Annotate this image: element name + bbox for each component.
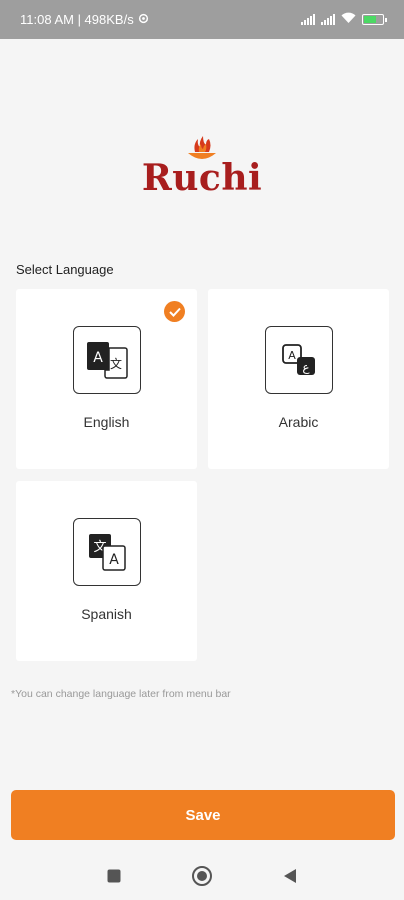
language-label: English xyxy=(83,414,130,430)
back-icon[interactable] xyxy=(270,856,310,896)
svg-text:A: A xyxy=(109,552,119,568)
svg-text:文: 文 xyxy=(109,356,121,371)
language-card-english[interactable]: A 文 English xyxy=(16,289,197,469)
status-bar: 11:08 AM | 498KB/s xyxy=(0,0,404,39)
language-label: Spanish xyxy=(81,606,132,622)
status-left: 11:08 AM | 498KB/s xyxy=(20,12,149,27)
system-nav-bar xyxy=(0,852,404,900)
language-label: Arabic xyxy=(278,414,319,430)
status-time: 11:08 AM | 498KB/s xyxy=(20,12,134,27)
change-language-hint: *You can change language later from menu… xyxy=(11,688,231,700)
settings-gear-icon xyxy=(138,12,149,27)
app-logo: Ruchi xyxy=(0,135,404,199)
signal-icon xyxy=(301,14,315,25)
battery-icon xyxy=(362,14,387,25)
signal-icon xyxy=(321,14,335,25)
logo-text: Ruchi xyxy=(141,157,263,199)
select-language-title: Select Language xyxy=(16,262,114,277)
language-icon: A ع xyxy=(264,326,333,394)
status-right xyxy=(301,12,387,27)
svg-text:A: A xyxy=(288,349,296,362)
translate-icon: A 文 xyxy=(72,326,141,394)
g-translate-icon: 文 A xyxy=(72,518,141,586)
wifi-icon xyxy=(341,12,356,27)
svg-text:A: A xyxy=(93,350,103,366)
language-card-spanish[interactable]: 文 A Spanish xyxy=(16,481,197,661)
home-icon[interactable] xyxy=(182,856,222,896)
svg-text:ع: ع xyxy=(302,360,310,374)
selected-check-icon xyxy=(164,301,185,322)
save-button[interactable]: Save xyxy=(11,790,395,840)
language-card-arabic[interactable]: A ع Arabic xyxy=(208,289,389,469)
recent-apps-icon[interactable] xyxy=(94,856,134,896)
